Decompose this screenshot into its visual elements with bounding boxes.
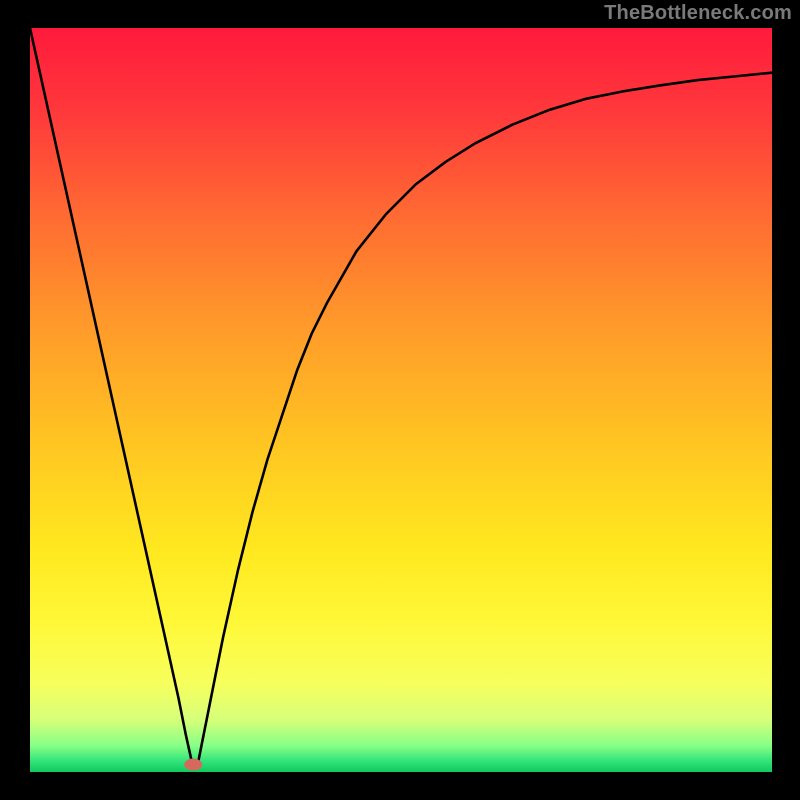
chart-frame: TheBottleneck.com — [0, 0, 800, 800]
minimum-marker — [184, 759, 202, 771]
bottleneck-line-chart — [30, 28, 772, 772]
watermark-text: TheBottleneck.com — [604, 2, 792, 25]
plot-area — [30, 28, 772, 772]
gradient-background — [30, 28, 772, 772]
